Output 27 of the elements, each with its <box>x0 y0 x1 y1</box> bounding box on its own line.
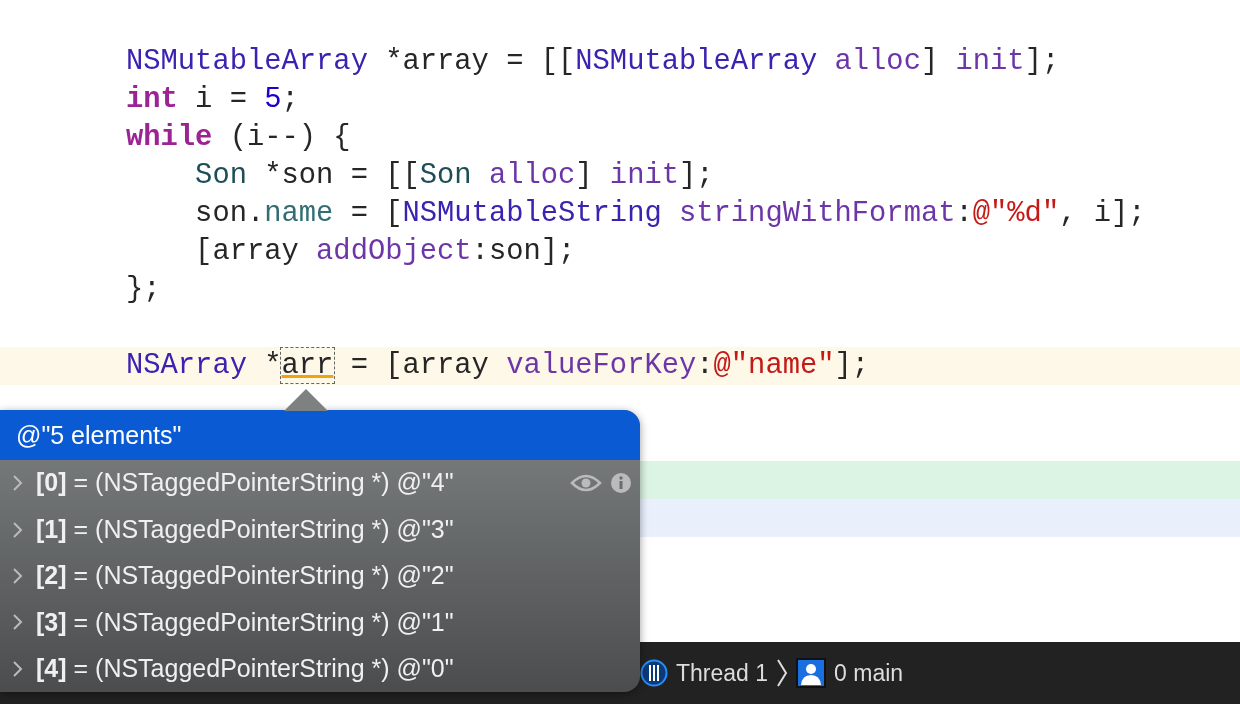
element-value: [2] = (NSTaggedPointerString *) @"2" <box>36 560 454 592</box>
code-line: son.name = [NSMutableString stringWithFormat:@"%d", i]; <box>195 197 1146 230</box>
person-icon <box>796 658 827 688</box>
popover-title[interactable]: @"5 elements" <box>0 410 640 460</box>
chevron-icon[interactable] <box>12 474 24 493</box>
element-value: [4] = (NSTaggedPointerString *) @"0" <box>36 653 454 684</box>
frame-label[interactable]: 0 main <box>834 655 904 691</box>
thread-label[interactable]: Thread 1 <box>676 655 769 691</box>
code-line: }; <box>126 273 161 306</box>
code-line: NSArray *arr = [array valueForKey:@"name"]; <box>126 349 870 382</box>
chevron-icon[interactable] <box>12 566 24 585</box>
chevron-icon <box>776 658 789 688</box>
chevron-icon[interactable] <box>12 613 24 632</box>
element-value: [1] = (NSTaggedPointerString *) @"3" <box>36 513 454 545</box>
code-line: int i = 5; <box>126 83 299 116</box>
element-value: [3] = (NSTaggedPointerString *) @"1" <box>36 606 454 638</box>
chevron-icon[interactable] <box>12 659 24 678</box>
chevron-icon[interactable] <box>12 520 24 539</box>
element-value: [0] = (NSTaggedPointerString *) @"4" <box>36 467 454 499</box>
code-line: Son *son = [[Son alloc] init]; <box>195 159 714 192</box>
thread-icon <box>640 659 668 687</box>
code-line: NSMutableArray *array = [[NSMutableArray alloc] init]; <box>126 45 1060 78</box>
popover-arrow <box>284 388 328 411</box>
code-line: while (i--) { <box>126 121 351 154</box>
code-line: [array addObject:son]; <box>195 235 576 268</box>
eye-icon[interactable] <box>570 473 602 494</box>
info-icon[interactable] <box>610 472 632 495</box>
